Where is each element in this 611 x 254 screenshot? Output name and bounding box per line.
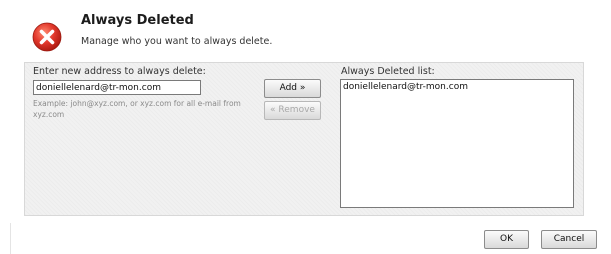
add-button[interactable]: Add »	[264, 79, 321, 98]
ok-button[interactable]: OK	[484, 230, 529, 249]
main-panel: Enter new address to always delete: Exam…	[24, 62, 584, 216]
cancel-button[interactable]: Cancel	[541, 230, 597, 249]
footer-divider	[10, 223, 11, 254]
new-address-input[interactable]	[33, 80, 201, 95]
always-deleted-list-label: Always Deleted list:	[341, 66, 435, 77]
always-deleted-dialog: Always Deleted Manage who you want to al…	[0, 0, 611, 254]
example-hint: Example: john@xyz.com, or xyz.com for al…	[33, 99, 241, 119]
always-deleted-list[interactable]: doniellelenard@tr-mon.com	[340, 79, 574, 208]
dialog-subtitle: Manage who you want to always delete.	[81, 36, 273, 47]
error-x-icon	[32, 22, 62, 52]
remove-button[interactable]: « Remove	[264, 101, 321, 120]
dialog-title: Always Deleted	[81, 13, 194, 28]
list-item[interactable]: doniellelenard@tr-mon.com	[343, 81, 571, 93]
dialog-header: Always Deleted Manage who you want to al…	[0, 0, 611, 55]
new-address-label: Enter new address to always delete:	[33, 66, 206, 77]
